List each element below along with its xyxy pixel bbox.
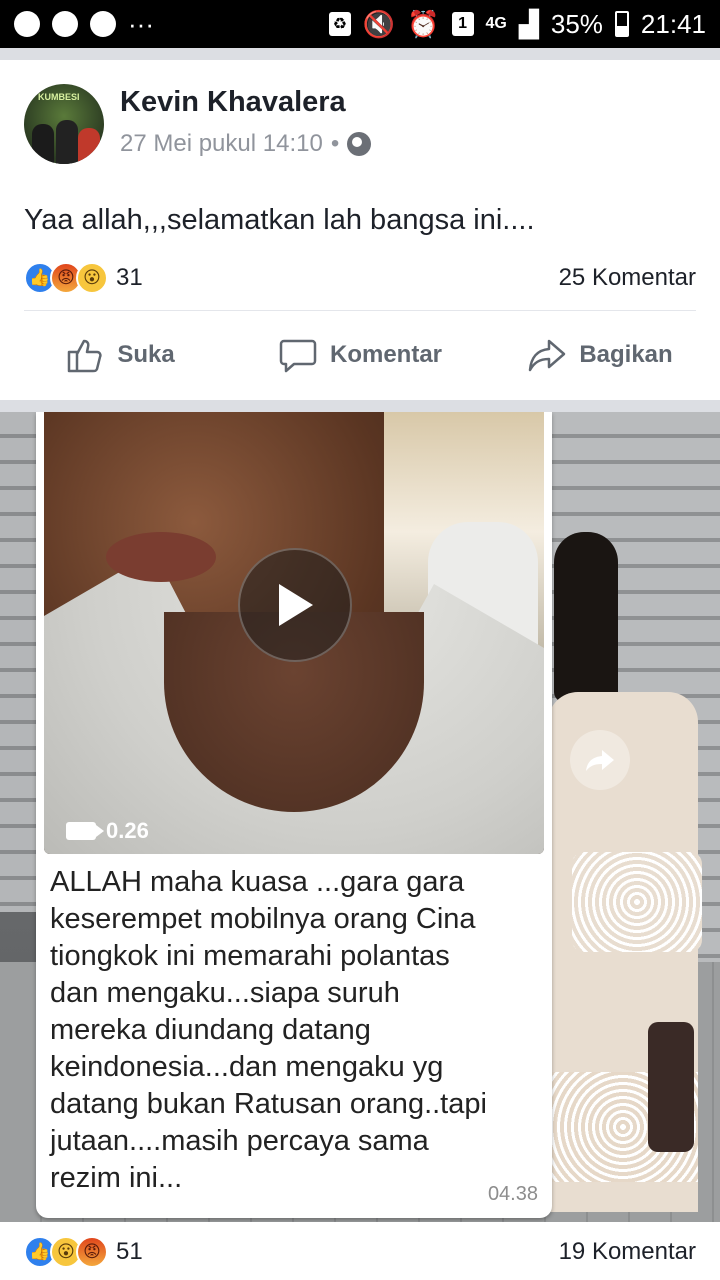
wow-reaction-icon: 😮 xyxy=(76,262,108,294)
whatsapp-icon xyxy=(90,11,116,37)
angry-reaction-icon: 😡 xyxy=(76,1236,108,1268)
reaction-count: 51 xyxy=(116,1238,143,1265)
caption-line: datang bukan Ratusan orang..tapi xyxy=(50,1088,487,1120)
background-person xyxy=(548,532,720,1222)
more-notifications-icon: ··· xyxy=(128,8,154,39)
avatar-figure xyxy=(78,128,100,164)
like-label: Suka xyxy=(117,341,175,368)
caption-line: tiongkok ini memarahi polantas xyxy=(50,940,450,972)
author-name[interactable]: Kevin Khavalera xyxy=(120,86,346,119)
next-post-summary: 👍 😮 😡 51 19 Komentar xyxy=(0,1222,720,1280)
clock: 21:41 xyxy=(640,8,706,39)
like-button[interactable]: Suka xyxy=(0,335,240,375)
video-duration-text: 0.26 xyxy=(106,818,149,843)
signal-icon: ▟ xyxy=(518,8,539,39)
cleaner-icon: ♻ xyxy=(328,12,351,36)
post-meta: 27 Mei pukul 14:10 • xyxy=(120,130,372,158)
video-duration: 0.26 xyxy=(66,818,149,844)
video-camera-icon xyxy=(66,822,104,840)
avatar-figure xyxy=(32,124,54,164)
divider xyxy=(24,310,696,311)
person-handbag xyxy=(648,1022,694,1152)
play-button[interactable] xyxy=(238,548,352,662)
battery-percent: 35% xyxy=(550,8,603,39)
chat-message-bubble: 0.26 ALLAH maha kuasa ...gara gara keser… xyxy=(36,412,552,1218)
post-text: Yaa allah,,,selamatkan lah bangsa ini...… xyxy=(24,204,535,236)
caption-line: dan mengaku...siapa suruh xyxy=(50,977,400,1009)
avatar[interactable]: KUMBESI xyxy=(24,84,104,164)
reaction-count: 31 xyxy=(116,264,143,291)
person-lace-sleeve xyxy=(572,852,702,952)
caption-line: keserempet mobilnya orang Cina xyxy=(50,903,476,935)
comment-count[interactable]: 25 Komentar xyxy=(559,264,696,292)
caption-line: mereka diundang datang xyxy=(50,1014,371,1046)
message-time: 04.38 xyxy=(487,1183,538,1205)
chrome-icon xyxy=(14,11,40,37)
avatar-caption-art: KUMBESI xyxy=(38,92,80,102)
caption-line: ALLAH maha kuasa ...gara gara xyxy=(50,866,465,898)
share-label: Bagikan xyxy=(579,341,673,368)
post-timestamp[interactable]: 27 Mei pukul 14:10 xyxy=(120,130,323,158)
video-face xyxy=(106,532,216,582)
caption-line: keindonesia...dan mengaku yg xyxy=(50,1051,444,1083)
play-icon xyxy=(279,584,313,626)
action-bar: Suka Komentar Bagikan xyxy=(0,320,720,390)
thumbs-up-icon xyxy=(68,339,102,373)
video-thumbnail[interactable]: 0.26 xyxy=(44,412,544,854)
forward-icon xyxy=(570,730,630,790)
caption-line: jutaan....masih percaya sama xyxy=(50,1125,429,1157)
post-card: KUMBESI Kevin Khavalera 27 Mei pukul 14:… xyxy=(0,60,720,400)
comment-count[interactable]: 19 Komentar xyxy=(559,1238,696,1266)
globe-icon xyxy=(347,132,372,156)
person-hair xyxy=(554,532,618,702)
comment-label: Komentar xyxy=(329,341,443,368)
chrome-icon-2 xyxy=(52,11,78,37)
share-button[interactable]: Bagikan xyxy=(480,335,720,375)
network-type: 4G xyxy=(485,15,507,32)
background-shutter xyxy=(0,412,36,912)
status-bar: ··· ♻ 🔇 ⏰ 1 4G ▟ 35% 21:41 xyxy=(0,0,720,48)
message-caption: ALLAH maha kuasa ...gara gara keserempet… xyxy=(50,864,540,1197)
battery-icon xyxy=(614,11,629,37)
caption-line: rezim ini... xyxy=(50,1162,183,1194)
alarm-icon: ⏰ xyxy=(407,8,440,39)
comment-button[interactable]: Komentar xyxy=(240,335,480,375)
post-image[interactable]: 0.26 ALLAH maha kuasa ...gara gara keser… xyxy=(0,412,720,1222)
share-arrow-icon xyxy=(529,339,566,372)
avatar-figure xyxy=(56,120,78,164)
mute-icon: 🔇 xyxy=(362,8,396,39)
reaction-summary[interactable]: 👍 😡 😮 31 xyxy=(24,260,143,296)
sim-badge: 1 xyxy=(451,12,474,36)
reaction-summary[interactable]: 👍 😮 😡 51 xyxy=(24,1234,143,1270)
meta-separator: • xyxy=(330,130,340,157)
comment-bubble-icon xyxy=(279,339,317,373)
